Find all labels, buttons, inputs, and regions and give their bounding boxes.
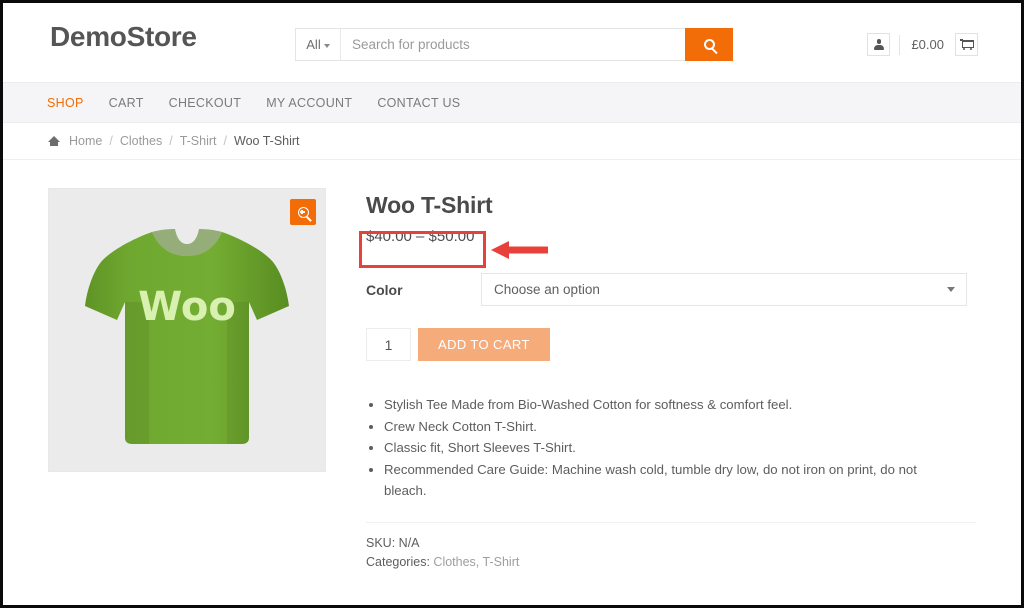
product-title: Woo T-Shirt: [366, 192, 976, 219]
sku-row: SKU: N/A: [366, 534, 976, 553]
categories-label: Categories:: [366, 555, 430, 569]
categories-value[interactable]: Clothes, T-Shirt: [433, 555, 519, 569]
search-icon: [704, 39, 715, 50]
chevron-down-icon: [947, 287, 955, 292]
shirt-print-text: Woo: [138, 284, 236, 330]
color-select-wrapper: Choose an option: [481, 273, 967, 306]
cart-total: £0.00: [909, 37, 946, 52]
tshirt-illustration: Woo: [77, 210, 297, 450]
search-submit-button[interactable]: [685, 28, 733, 61]
product-summary: Woo T-Shirt $40.00 – $50.00 Color Choose…: [366, 188, 976, 572]
sku-label: SKU:: [366, 536, 395, 550]
attribute-label-color: Color: [366, 282, 481, 298]
browser-page: DemoStore All £0.00 SHOP: [0, 0, 1024, 608]
breadcrumb-clothes[interactable]: Clothes: [120, 134, 162, 148]
site-header: DemoStore All £0.00: [3, 3, 1021, 82]
cart-wheels: [963, 48, 972, 51]
main-navigation: SHOP CART CHECKOUT MY ACCOUNT CONTACT US: [3, 82, 1021, 123]
breadcrumb: Home / Clothes / T-Shirt / Woo T-Shirt: [3, 123, 1021, 160]
nav-item-contact-us[interactable]: CONTACT US: [377, 96, 460, 110]
search-category-dropdown[interactable]: All: [296, 29, 341, 60]
product-meta: SKU: N/A Categories: Clothes, T-Shirt: [366, 534, 976, 572]
breadcrumb-separator: /: [109, 134, 112, 148]
magnifier-handle: [306, 216, 312, 222]
breadcrumb-separator: /: [169, 134, 172, 148]
header-divider: [899, 35, 900, 55]
nav-item-checkout[interactable]: CHECKOUT: [169, 96, 242, 110]
cart-icon: [960, 39, 973, 50]
header-actions: £0.00: [867, 33, 978, 56]
categories-row: Categories: Clothes, T-Shirt: [366, 553, 976, 572]
quantity-input[interactable]: 1: [366, 328, 411, 361]
product-description-list: Stylish Tee Made from Bio-Washed Cotton …: [366, 394, 946, 502]
add-to-cart-row: 1 ADD TO CART: [366, 328, 976, 361]
site-logo[interactable]: DemoStore: [50, 21, 197, 53]
my-account-button[interactable]: [867, 33, 890, 56]
color-select[interactable]: Choose an option: [481, 273, 967, 306]
sku-value: N/A: [399, 536, 420, 550]
list-item: Classic fit, Short Sleeves T-Shirt.: [384, 437, 946, 459]
breadcrumb-separator: /: [224, 134, 227, 148]
breadcrumb-home[interactable]: Home: [69, 134, 102, 148]
product-gallery[interactable]: Woo: [48, 188, 326, 472]
nav-item-shop[interactable]: SHOP: [47, 96, 84, 110]
add-to-cart-button[interactable]: ADD TO CART: [418, 328, 550, 361]
list-item: Stylish Tee Made from Bio-Washed Cotton …: [384, 394, 946, 416]
product-search-bar: All: [295, 28, 733, 61]
list-item: Crew Neck Cotton T-Shirt.: [384, 416, 946, 438]
product-page-main: Woo Woo T-Shirt $40.00 – $50.00 Color Ch…: [3, 160, 1021, 572]
image-zoom-button[interactable]: [290, 199, 316, 225]
search-input[interactable]: [341, 29, 685, 60]
product-price: $40.00 – $50.00: [366, 228, 474, 245]
nav-item-my-account[interactable]: MY ACCOUNT: [266, 96, 352, 110]
cart-button[interactable]: [955, 33, 978, 56]
breadcrumb-current: Woo T-Shirt: [234, 134, 300, 148]
product-image: Woo: [49, 189, 325, 471]
meta-divider: [366, 522, 976, 523]
breadcrumb-tshirt[interactable]: T-Shirt: [180, 134, 217, 148]
user-icon: [873, 39, 884, 50]
home-icon: [48, 136, 60, 147]
list-item: Recommended Care Guide: Machine wash col…: [384, 459, 946, 502]
chevron-down-icon: [324, 44, 330, 48]
search-category-label: All: [306, 37, 320, 52]
variation-form: Color Choose an option: [366, 273, 976, 306]
nav-item-cart[interactable]: CART: [109, 96, 144, 110]
